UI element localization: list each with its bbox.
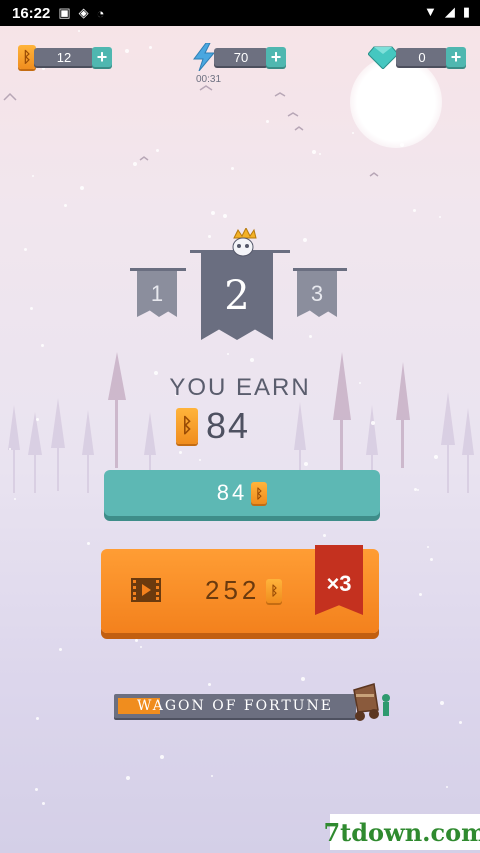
snowflake [42, 802, 45, 805]
snowflake [304, 462, 308, 466]
snowflake [250, 358, 254, 362]
video-ad-icon [131, 578, 161, 602]
snowflake [227, 353, 229, 355]
snowflake [156, 149, 159, 152]
snowflake [179, 451, 182, 454]
gem-counter: 0 + [368, 44, 466, 70]
snowflake [414, 488, 417, 491]
snowflake [36, 717, 39, 720]
wagon-of-fortune-progress[interactable]: WAGON OF FORTUNE [114, 694, 356, 718]
snowflake [30, 307, 33, 310]
crowned-skull-icon [232, 228, 257, 257]
rune-icon-glyph: ᛒ [22, 48, 32, 66]
watch-ad-triple-button[interactable]: 252 ᛒ ×3 [101, 545, 379, 633]
gem-count: 0 [396, 48, 448, 66]
snowflake [9, 448, 11, 450]
snowflake [419, 593, 422, 596]
snowflake [434, 455, 438, 459]
wagon-label: WAGON OF FORTUNE [137, 698, 333, 714]
snowflake [417, 489, 419, 491]
snowflake [413, 209, 416, 212]
add-energy-button[interactable]: + [266, 47, 286, 67]
snowflake [427, 546, 429, 548]
snowflake [208, 235, 211, 238]
snowflake [231, 167, 234, 170]
snowflake [440, 701, 444, 705]
rune-currency-counter: ᛒ 12 + [18, 44, 112, 70]
snowflake [133, 162, 137, 166]
snowflake [36, 418, 39, 421]
energy-timer: 00:31 [196, 74, 222, 85]
snowflake [266, 120, 269, 123]
wagon-icon [353, 683, 390, 721]
diamond-icon [368, 46, 398, 69]
snowflake [149, 46, 152, 49]
snowflake [223, 214, 227, 218]
snowflake [400, 143, 404, 147]
snowflake [59, 648, 62, 651]
rune-icon: ᛒ [251, 482, 268, 504]
snowflake [14, 498, 16, 500]
snowflake [24, 248, 27, 251]
you-earn-title: YOU EARN [169, 374, 311, 401]
collect-amount: 84 [216, 480, 248, 505]
snowflake [371, 421, 375, 425]
rune-icon-glyph: ᛒ [181, 414, 193, 437]
snowflake [140, 646, 142, 648]
snowflake [35, 788, 38, 791]
rank-current-label: 2 [224, 273, 250, 319]
snowflake [87, 542, 90, 545]
multiplier-ribbon: ×3 [315, 545, 363, 615]
earnings-display: ᛒ 84 [176, 405, 250, 447]
add-runes-button[interactable]: + [92, 47, 112, 67]
snowflake [309, 335, 312, 338]
snowflake [439, 216, 441, 218]
rune-icon: ᛒ [176, 408, 198, 444]
watermark: 7tdown.com [323, 814, 480, 850]
add-gems-button[interactable]: + [446, 47, 466, 67]
snowflake [303, 238, 307, 242]
snowflake [160, 755, 164, 759]
snowflake [430, 558, 433, 561]
rank-banner-current: 2 [201, 252, 273, 340]
snowflake [125, 49, 129, 53]
rune-icon: ᛒ [266, 578, 283, 603]
snowflake [211, 775, 213, 777]
snowflake [64, 204, 67, 207]
snowflake [41, 344, 44, 347]
snowflake [208, 683, 211, 686]
rank-banner-right: 3 [297, 271, 337, 317]
ad-reward-amount: 252 ᛒ [205, 575, 283, 606]
snowflake [32, 175, 34, 177]
snowflake [459, 721, 462, 724]
rune-count: 12 [34, 48, 94, 66]
earnings-value: 84 [206, 405, 251, 446]
snowflake [323, 534, 326, 537]
snowflake [312, 150, 316, 154]
rune-icon-glyph: ᛒ [270, 583, 279, 598]
rank-right-label: 3 [310, 281, 324, 306]
snowflake [352, 132, 354, 134]
snowflake [80, 186, 84, 190]
lightning-icon [193, 43, 216, 71]
snowflake [446, 786, 448, 788]
snowflake [319, 153, 321, 155]
rank-left-label: 1 [150, 281, 164, 306]
snowflake [126, 776, 130, 780]
snowflake [301, 677, 305, 681]
energy-counter: 70 + [192, 43, 286, 71]
snowflake [211, 211, 215, 215]
energy-count: 70 [214, 48, 268, 66]
snowflake [199, 459, 201, 461]
snowflake [135, 639, 138, 642]
ad-reward-value: 252 [205, 575, 261, 605]
banner-pole-left [130, 268, 186, 271]
snowflake [78, 30, 80, 32]
rank-banner-left: 1 [137, 271, 177, 317]
rune-icon-glyph: ᛒ [255, 485, 264, 501]
banner-pole-right [293, 268, 347, 271]
collect-button[interactable]: 84 ᛒ [104, 470, 380, 516]
